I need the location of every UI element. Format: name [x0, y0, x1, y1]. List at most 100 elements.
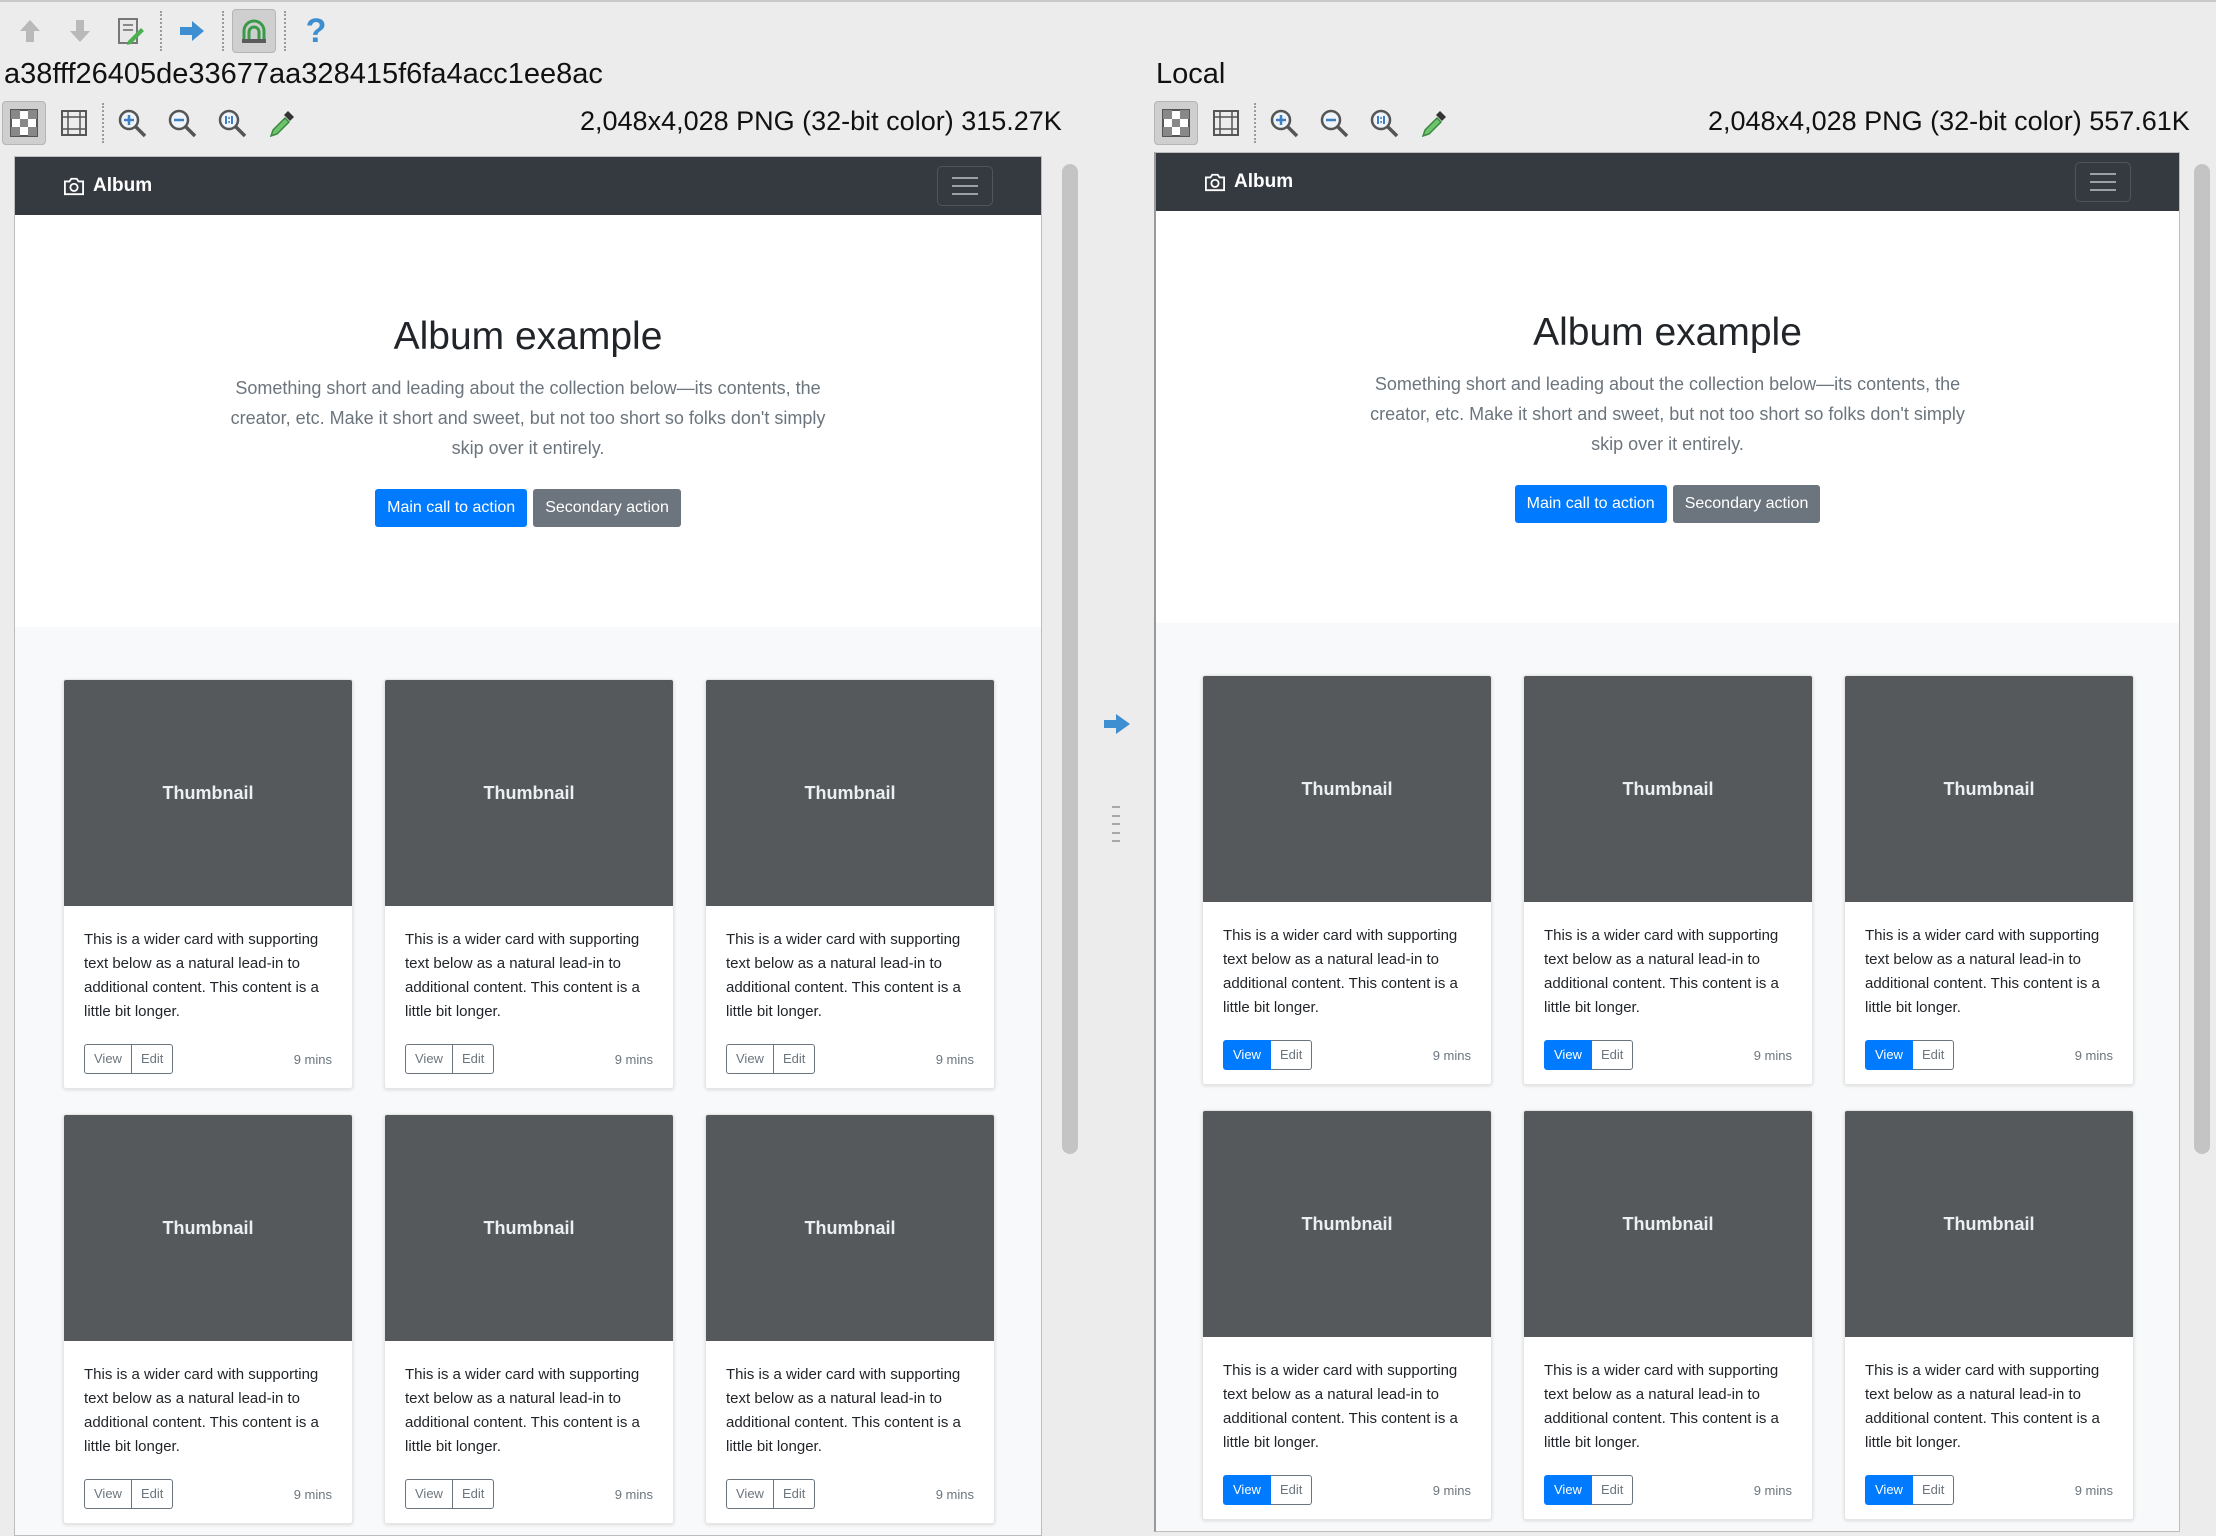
- zoom-out-button[interactable]: [1312, 101, 1356, 145]
- main-call-to-action-button[interactable]: Main call to action: [375, 489, 528, 527]
- left-scrollbar[interactable]: [1062, 156, 1078, 1536]
- view-button[interactable]: View: [405, 1479, 453, 1509]
- brand-link[interactable]: Album: [1204, 171, 1293, 193]
- zoom-out-icon: [168, 109, 197, 138]
- grid-toggle[interactable]: [52, 101, 96, 145]
- secondary-action-button[interactable]: Secondary action: [533, 489, 681, 527]
- next-change-button[interactable]: [58, 9, 102, 53]
- arrow-down-icon: [70, 20, 90, 42]
- view-button[interactable]: View: [1865, 1040, 1913, 1070]
- edit-button[interactable]: Edit: [773, 1479, 816, 1509]
- color-picker-button[interactable]: [1412, 101, 1456, 145]
- card-text: This is a wider card with supporting tex…: [1865, 927, 2100, 1016]
- navbar-toggler[interactable]: [2075, 162, 2131, 202]
- right-scrollbar[interactable]: [2194, 156, 2210, 1536]
- edit-button[interactable]: Edit: [452, 1479, 495, 1509]
- edit-button[interactable]: Edit: [1591, 1475, 1634, 1505]
- thumbnail: Thumbnail: [64, 680, 352, 906]
- view-button[interactable]: View: [726, 1479, 774, 1509]
- view-button[interactable]: View: [405, 1044, 453, 1074]
- hero-section: Album example Something short and leadin…: [15, 215, 1041, 627]
- left-scroll-thumb[interactable]: [1062, 164, 1078, 1154]
- merge-toggle-button[interactable]: [232, 9, 276, 53]
- edit-button[interactable]: Edit: [1591, 1040, 1634, 1070]
- thumbnail: Thumbnail: [1845, 676, 2133, 902]
- toolbar-separator: [222, 11, 224, 51]
- edit-button[interactable]: Edit: [1912, 1040, 1955, 1070]
- right-scroll-thumb[interactable]: [2194, 164, 2210, 1154]
- zoom-out-button[interactable]: [160, 101, 204, 145]
- right-panel-title: Local: [1156, 58, 1226, 90]
- view-button[interactable]: View: [1544, 1040, 1592, 1070]
- view-button[interactable]: View: [1865, 1475, 1913, 1505]
- album-card: Thumbnail This is a wider card with supp…: [1202, 675, 1492, 1085]
- help-button[interactable]: ?: [294, 9, 338, 53]
- edit-button[interactable]: Edit: [1270, 1475, 1313, 1505]
- view-button[interactable]: View: [84, 1479, 132, 1509]
- card-button-group: View Edit: [405, 1479, 495, 1509]
- edit-source-button[interactable]: [108, 9, 152, 53]
- edit-button[interactable]: Edit: [1912, 1475, 1955, 1505]
- right-image-pane[interactable]: Album Album example Something short and …: [1154, 152, 2180, 1532]
- camera-icon: [1205, 173, 1225, 192]
- card-button-group: View Edit: [726, 1044, 816, 1074]
- secondary-action-button[interactable]: Secondary action: [1672, 485, 1821, 523]
- view-button[interactable]: View: [726, 1044, 774, 1074]
- actual-size-button[interactable]: [210, 101, 254, 145]
- album-card: Thumbnail This is a wider card with supp…: [1844, 1110, 2134, 1520]
- card-text: This is a wider card with supporting tex…: [1544, 927, 1779, 1016]
- previous-change-button[interactable]: [8, 9, 52, 53]
- hero-actions: Main call to action Secondary action: [1156, 485, 2179, 523]
- help-icon: ?: [305, 11, 327, 50]
- brand-link[interactable]: Album: [63, 175, 152, 197]
- main-call-to-action-button[interactable]: Main call to action: [1514, 485, 1667, 523]
- edit-button[interactable]: Edit: [131, 1044, 174, 1074]
- checkerboard-toggle[interactable]: [2, 101, 46, 145]
- card-time: 9 mins: [1432, 1047, 1471, 1063]
- grid-icon: [1213, 110, 1239, 136]
- album-card: Thumbnail This is a wider card with supp…: [63, 679, 353, 1089]
- checkerboard-toggle[interactable]: [1154, 101, 1198, 145]
- card-text: This is a wider card with supporting tex…: [1223, 1362, 1458, 1451]
- card-time: 9 mins: [1753, 1047, 1792, 1063]
- left-image-pane[interactable]: Album Album example Something short and …: [14, 156, 1042, 1536]
- view-button[interactable]: View: [1223, 1475, 1271, 1505]
- edit-button[interactable]: Edit: [131, 1479, 174, 1509]
- thumbnail: Thumbnail: [1203, 676, 1491, 902]
- card-time: 9 mins: [935, 1051, 974, 1067]
- thumbnail: Thumbnail: [385, 1115, 673, 1341]
- main-toolbar: ?: [0, 0, 2216, 60]
- brand-label: Album: [1234, 171, 1294, 192]
- hero-actions: Main call to action Secondary action: [15, 489, 1041, 527]
- album-card: Thumbnail This is a wider card with supp…: [1844, 675, 2134, 1085]
- toolbar-separator: [284, 11, 286, 51]
- actual-size-icon: [1370, 109, 1399, 138]
- edit-button[interactable]: Edit: [1270, 1040, 1313, 1070]
- card-time: 9 mins: [614, 1051, 653, 1067]
- edit-button[interactable]: Edit: [773, 1044, 816, 1074]
- splitter-grip[interactable]: [1112, 806, 1122, 842]
- card-button-group: View Edit: [1544, 1040, 1634, 1070]
- album-card: Thumbnail This is a wider card with supp…: [384, 679, 674, 1089]
- thumbnail: Thumbnail: [1845, 1111, 2133, 1337]
- color-picker-button[interactable]: [260, 101, 304, 145]
- brand-label: Album: [93, 175, 153, 196]
- eyedropper-icon: [269, 111, 294, 138]
- actual-size-button[interactable]: [1362, 101, 1406, 145]
- card-button-group: View Edit: [405, 1044, 495, 1074]
- grid-toggle[interactable]: [1204, 101, 1248, 145]
- hero-section: Album example Something short and leadin…: [1156, 211, 2179, 623]
- navbar-toggler[interactable]: [937, 166, 993, 206]
- zoom-in-button[interactable]: [1262, 101, 1306, 145]
- view-button[interactable]: View: [1544, 1475, 1592, 1505]
- zoom-in-button[interactable]: [110, 101, 154, 145]
- view-button[interactable]: View: [84, 1044, 132, 1074]
- edit-button[interactable]: Edit: [452, 1044, 495, 1074]
- jump-to-source-button[interactable]: [170, 9, 214, 53]
- arrow-right-icon[interactable]: [1102, 712, 1132, 736]
- card-button-group: View Edit: [1865, 1475, 1955, 1505]
- grid-icon: [61, 110, 87, 136]
- view-button[interactable]: View: [1223, 1040, 1271, 1070]
- card-text: This is a wider card with supporting tex…: [405, 931, 640, 1020]
- zoom-out-icon: [1320, 109, 1349, 138]
